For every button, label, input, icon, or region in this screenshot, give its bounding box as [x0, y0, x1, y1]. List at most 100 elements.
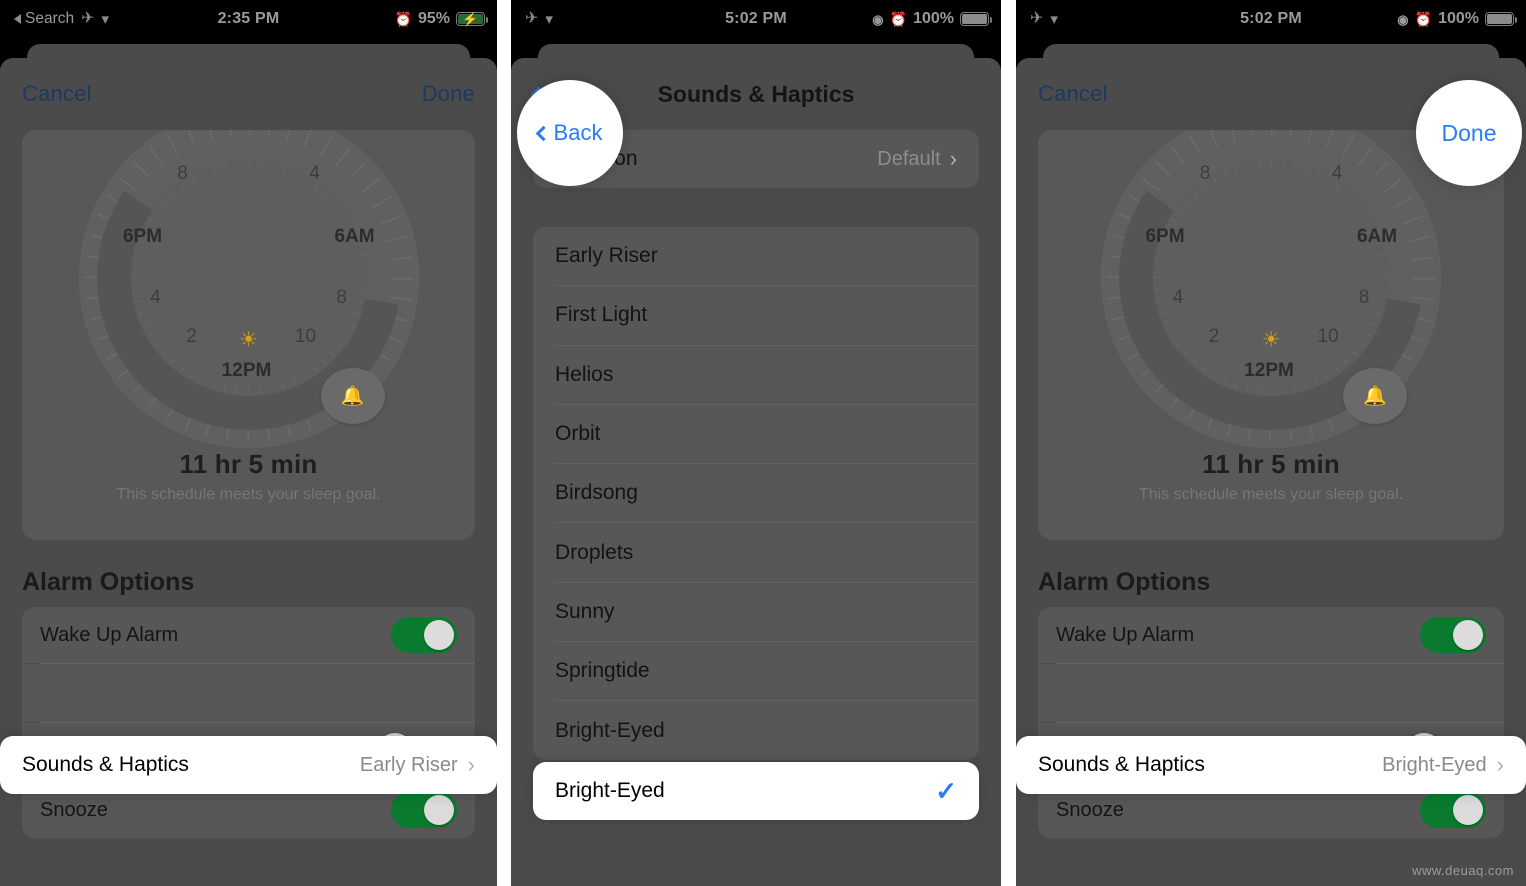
wake-alarm-knob[interactable]: 🔔 — [320, 368, 385, 424]
three-panel-tutorial-screenshot: Search ✈ ▾ 2:35 PM ⏰ 95% ⚡ Cancel Done 8… — [0, 0, 1526, 886]
chevron-right-icon: › — [1496, 752, 1504, 777]
dial-label-6am: 6AM — [1356, 226, 1398, 247]
alarm-options-title-panel1: Alarm Options — [22, 568, 195, 596]
dial-label-12pm: 12PM — [1244, 360, 1294, 381]
snooze-toggle-panel3[interactable] — [1420, 792, 1486, 828]
checkmark-icon: ✓ — [935, 776, 957, 806]
panel-sounds-haptics-list: ✈ ▾ 5:02 PM ◉ ⏰ 100% Back Sounds & Hapti — [511, 0, 1001, 886]
chevron-left-icon — [535, 125, 551, 141]
charging-bolt-icon: ⚡ — [462, 11, 479, 27]
list-item[interactable]: First Light — [533, 286, 979, 344]
battery-icon-panel2 — [960, 12, 993, 26]
highlight-sounds-haptics-panel1[interactable]: Sounds & Haptics Early Riser › — [0, 736, 497, 794]
dial-label-2pm: 2 — [1208, 326, 1220, 347]
list-item[interactable]: Orbit — [533, 405, 979, 463]
done-button-panel1[interactable]: Done — [422, 81, 475, 107]
back-button-panel2[interactable]: Back — [535, 120, 602, 146]
modal-sheet-panel3: Cancel Done 8 4 6PM 6AM — [1016, 58, 1526, 886]
selected-sound-row-panel2[interactable]: Bright-Eyed ✓ — [533, 762, 979, 820]
dial-label-2pm: 2 — [186, 326, 197, 347]
sleep-dial-panel1[interactable]: 8 4 6PM 6AM 4 8 2 10 12PM ☀ 🔔 — [78, 130, 419, 448]
sleep-dial-panel3[interactable]: 8 4 6PM 6AM 4 8 2 10 12PM ☀ 🔔 — [1101, 130, 1441, 448]
location-icon: ◉ — [872, 11, 884, 27]
dial-label-6am: 6AM — [334, 226, 375, 247]
list-item[interactable]: Birdsong — [533, 464, 979, 522]
row-sounds-haptics-dim-panel3[interactable] — [1038, 664, 1504, 722]
alarm-clock-icon: ⏰ — [889, 11, 908, 27]
status-right-group-panel2: ◉ ⏰ 100% — [872, 0, 993, 38]
status-bar-panel2: ✈ ▾ 5:02 PM ◉ ⏰ 100% — [511, 0, 1001, 38]
list-item[interactable]: Bright-Eyed — [533, 701, 979, 759]
dial-label-6pm: 6PM — [1145, 226, 1185, 247]
list-item[interactable]: Droplets — [533, 523, 979, 581]
bell-icon: 🔔 — [1363, 386, 1387, 407]
sounds-haptics-value-panel1: Early Riser › — [359, 752, 475, 777]
sheet-wrap-panel1: Cancel Done 8 4 6PM 6AM 4 8 2 10 12PM ☀ … — [0, 38, 497, 886]
status-right-group-panel1: ⏰ 95% ⚡ — [394, 0, 489, 38]
panel-divider-2 — [1001, 0, 1016, 886]
spotlight-done-button-panel3[interactable]: Done — [1416, 80, 1522, 186]
watermark: www.deuaq.com — [1412, 863, 1514, 878]
modal-sheet-panel2: Back Sounds & Haptics Vibration Default … — [511, 58, 1001, 886]
spotlight-back-button-panel2[interactable]: Back — [517, 80, 623, 186]
list-item[interactable]: Sunny — [533, 583, 979, 641]
wake-up-alarm-toggle-panel1[interactable] — [391, 617, 457, 653]
status-bar-panel1: Search ✈ ▾ 2:35 PM ⏰ 95% ⚡ — [0, 0, 497, 38]
alarm-clock-icon: ⏰ — [1414, 11, 1433, 27]
snooze-toggle-panel1[interactable] — [391, 792, 457, 828]
dial-label-10am: 10 — [294, 326, 317, 347]
sounds-haptics-value-panel3: Bright-Eyed › — [1382, 752, 1504, 777]
dial-label-8pm: 8 — [177, 163, 188, 184]
battery-percent-panel2: 100% — [913, 10, 954, 27]
alarm-clock-icon: ⏰ — [394, 11, 412, 27]
sounds-haptics-label-panel1: Sounds & Haptics — [22, 753, 189, 776]
dial-label-4am: 4 — [309, 163, 320, 184]
row-sounds-haptics-dim-panel1[interactable] — [22, 664, 475, 722]
sheet-wrap-panel3: Cancel Done 8 4 6PM 6AM — [1016, 38, 1526, 886]
panel-sleep-schedule-after: ✈ ▾ 5:02 PM ◉ ⏰ 100% Cancel Done — [1016, 0, 1526, 886]
sleep-duration-panel3: 11 hr 5 min — [1201, 449, 1341, 479]
sleep-summary-panel3: 11 hr 5 min This schedule meets your sle… — [1038, 449, 1504, 504]
status-bar-panel3: ✈ ▾ 5:02 PM ◉ ⏰ 100% — [1016, 0, 1526, 38]
list-item[interactable]: Helios — [533, 346, 979, 404]
list-item[interactable]: Early Riser — [533, 227, 979, 285]
sleep-summary-panel1: 11 hr 5 min This schedule meets your sle… — [22, 449, 475, 504]
wake-up-alarm-toggle-panel3[interactable] — [1420, 617, 1486, 653]
wake-up-alarm-label-panel1: Wake Up Alarm — [40, 623, 179, 646]
snooze-label-panel1: Snooze — [40, 798, 108, 821]
row-wake-up-alarm-panel3[interactable]: Wake Up Alarm — [1038, 607, 1504, 663]
row-wake-up-alarm-panel1[interactable]: Wake Up Alarm — [22, 607, 475, 663]
battery-percent-panel3: 100% — [1438, 10, 1479, 27]
vibration-value: Default › — [877, 146, 957, 171]
alarm-options-title-panel3: Alarm Options — [1038, 568, 1211, 596]
alarm-options-group-panel3: Wake Up Alarm 🔈 🔊 — [1038, 607, 1504, 838]
dial-label-4pm: 4 — [1172, 287, 1184, 308]
done-button-panel3[interactable]: Done — [1442, 120, 1497, 147]
sleep-goal-text-panel3: This schedule meets your sleep goal. — [1138, 486, 1404, 503]
sound-list-panel2: Early Riser First Light Helios Orbit Bir… — [533, 227, 979, 760]
sleep-dial-card-panel3: 8 4 6PM 6AM 4 8 2 10 12PM ☀ 🔔 11 hr 5 mi… — [1038, 130, 1504, 540]
page-title-panel2: Sounds & Haptics — [657, 80, 855, 107]
sun-icon: ☀ — [239, 328, 258, 352]
panel-divider-1 — [497, 0, 511, 886]
dial-label-12pm: 12PM — [221, 360, 272, 381]
dial-label-6pm: 6PM — [122, 226, 163, 247]
selected-sound-label: Bright-Eyed — [555, 779, 665, 802]
chevron-right-icon: › — [949, 146, 957, 171]
panel-sleep-schedule-before: Search ✈ ▾ 2:35 PM ⏰ 95% ⚡ Cancel Done 8… — [0, 0, 497, 886]
sleep-dial-card-panel1: 8 4 6PM 6AM 4 8 2 10 12PM ☀ 🔔 11 hr 5 mi… — [22, 130, 475, 540]
list-item[interactable]: Springtide — [533, 642, 979, 700]
dial-label-4am: 4 — [1331, 163, 1343, 184]
battery-icon-charging-panel1: ⚡ — [456, 11, 489, 27]
cancel-button-panel3[interactable]: Cancel — [1038, 81, 1108, 107]
location-icon: ◉ — [1397, 11, 1409, 27]
wake-alarm-knob[interactable]: 🔔 — [1343, 368, 1407, 424]
dial-label-10am: 10 — [1317, 326, 1339, 347]
highlight-sounds-haptics-panel3[interactable]: Sounds & Haptics Bright-Eyed › — [1016, 736, 1526, 794]
dial-label-8am: 8 — [336, 287, 347, 308]
sheet-wrap-panel2: Back Sounds & Haptics Vibration Default … — [511, 38, 1001, 886]
dial-label-4pm: 4 — [150, 287, 161, 308]
battery-percent-panel1: 95% — [417, 10, 450, 27]
sleep-duration-panel1: 11 hr 5 min — [179, 449, 318, 479]
cancel-button-panel1[interactable]: Cancel — [22, 81, 92, 107]
